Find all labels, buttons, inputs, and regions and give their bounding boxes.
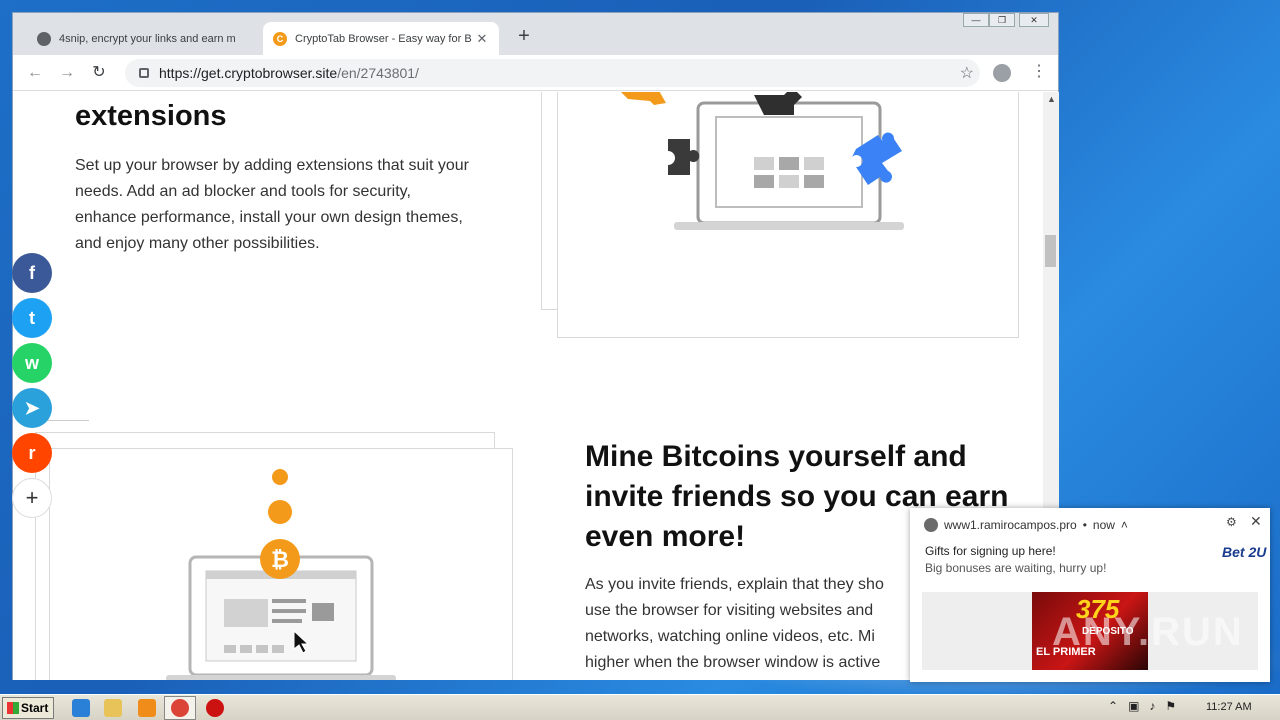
notification-time: now — [1092, 518, 1115, 532]
opera-icon[interactable] — [206, 699, 224, 717]
tab-title: CryptoTab Browser - Easy way for B — [295, 32, 472, 45]
ie-icon[interactable] — [72, 699, 90, 717]
extensions-illustration — [621, 92, 904, 230]
media-player-icon[interactable] — [138, 699, 156, 717]
address-bar[interactable]: https://get.cryptobrowser.site/en/274380… — [125, 59, 980, 87]
system-tray: ⌃ ▣ ♪ ⚑ — [1108, 699, 1176, 713]
taskbar: Start ⌃ ▣ ♪ ⚑ 11:27 AM — [0, 694, 1280, 720]
close-tab-icon[interactable]: ✕ — [475, 31, 489, 47]
separator-dot: • — [1082, 518, 1087, 532]
notification-body: Big bonuses are waiting, hurry up! — [925, 561, 1107, 575]
notification-image: 375 DEPOSITO EL PRIMER ANY.RUN — [922, 592, 1258, 670]
gear-icon[interactable]: ⚙ — [1226, 515, 1237, 529]
whatsapp-icon: w — [24, 352, 39, 373]
profile-avatar-icon[interactable] — [993, 64, 1011, 82]
telegram-icon: ➤ — [24, 397, 40, 418]
bookmark-star-icon[interactable]: ☆ — [960, 63, 974, 83]
tab-title: 4snip, encrypt your links and earn m — [59, 32, 236, 45]
anyrun-watermark: ANY.RUN — [1052, 610, 1244, 654]
cryptotab-favicon-icon: C — [273, 31, 287, 46]
reddit-share-button[interactable]: r — [12, 433, 52, 473]
lock-icon — [139, 68, 149, 78]
restore-button[interactable]: ❐ — [989, 13, 1015, 27]
orange-puzzle-piece — [621, 92, 666, 105]
minimize-button[interactable]: — — [963, 13, 989, 27]
chevron-up-icon[interactable]: ˄ — [1121, 518, 1128, 532]
tray-expand-icon[interactable]: ⌃ — [1108, 699, 1118, 713]
tab-strip: 4snip, encrypt your links and earn m C C… — [13, 13, 1058, 55]
mining-card: ₿ — [49, 448, 513, 680]
telegram-share-button[interactable]: ➤ — [12, 388, 52, 428]
twitter-share-button[interactable]: t — [12, 298, 52, 338]
extensions-text: Set up your browser by adding extensions… — [75, 157, 469, 252]
start-label: Start — [21, 701, 49, 715]
chrome-window: 4snip, encrypt your links and earn m C C… — [12, 12, 1059, 680]
mine-text: As you invite friends, explain that they… — [585, 572, 945, 676]
notification-source: www1.ramirocampos.pro — [944, 518, 1077, 532]
browser-toolbar: ← → ↻ https://get.cryptobrowser.site/en/… — [13, 55, 1058, 91]
url-path: /en/2743801/ — [337, 65, 419, 81]
bitcoin-coin-medium — [268, 500, 292, 524]
mining-illustration: ₿ — [166, 469, 396, 680]
tab-4snip[interactable]: 4snip, encrypt your links and earn m — [27, 22, 263, 55]
notification-title: Gifts for signing up here! — [925, 544, 1056, 558]
folder-icon[interactable] — [104, 699, 122, 717]
extensions-card — [557, 92, 1019, 338]
chrome-icon — [171, 699, 189, 717]
close-icon[interactable]: ✕ — [1250, 513, 1262, 530]
notification-header: www1.ramirocampos.pro • now ˄ — [924, 518, 1128, 532]
mine-text-line: use the browser for visiting websites an… — [585, 602, 874, 619]
more-share-button[interactable]: + — [12, 478, 52, 518]
windows-flag-icon — [7, 702, 19, 714]
whatsapp-share-button[interactable]: w — [12, 343, 52, 383]
facebook-icon: f — [29, 262, 35, 283]
new-tab-button[interactable]: + — [513, 26, 535, 48]
network-icon[interactable]: ▣ — [1128, 699, 1139, 713]
facebook-share-button[interactable]: f — [12, 253, 52, 293]
bet2u-logo: Bet 2U — [1222, 544, 1267, 560]
mine-text-line: networks, watching online videos, etc. M… — [585, 628, 875, 645]
forward-button[interactable]: → — [57, 63, 77, 83]
reddit-icon: r — [28, 442, 36, 463]
extensions-heading: extensions — [75, 100, 227, 132]
url-host: https://get.cryptobrowser.site — [159, 65, 338, 81]
close-window-button[interactable]: ✕ — [1019, 13, 1049, 27]
scroll-up-icon[interactable]: ▲ — [1047, 94, 1056, 104]
chrome-icon — [924, 518, 938, 532]
flag-icon[interactable]: ⚑ — [1165, 699, 1176, 713]
laptop-base — [166, 675, 396, 680]
globe-icon — [37, 31, 51, 46]
laptop-base — [674, 222, 904, 230]
push-notification[interactable]: www1.ramirocampos.pro • now ˄ ⚙ ✕ Gifts … — [910, 508, 1270, 682]
mine-text-line: higher when the browser window is active — [585, 654, 881, 671]
menu-icon[interactable]: ⋮ — [1031, 61, 1047, 81]
plus-icon: + — [25, 485, 39, 510]
bitcoin-symbol: ₿ — [271, 547, 289, 572]
twitter-icon: t — [29, 307, 35, 328]
mine-text-line: As you invite friends, explain that they… — [585, 576, 884, 593]
back-button[interactable]: ← — [25, 63, 45, 83]
reload-button[interactable]: ↻ — [89, 63, 109, 83]
page-viewport: extensions Set up your browser by adding… — [13, 92, 1045, 680]
volume-icon[interactable]: ♪ — [1149, 699, 1155, 713]
clock[interactable]: 11:27 AM — [1206, 701, 1252, 713]
dark-puzzle-piece — [668, 139, 700, 175]
tab-cryptotab[interactable]: C CryptoTab Browser - Easy way for B ✕ — [263, 22, 499, 55]
bitcoin-coin-small — [272, 469, 288, 485]
start-button[interactable]: Start — [2, 697, 54, 719]
scroll-thumb[interactable] — [1045, 235, 1056, 267]
